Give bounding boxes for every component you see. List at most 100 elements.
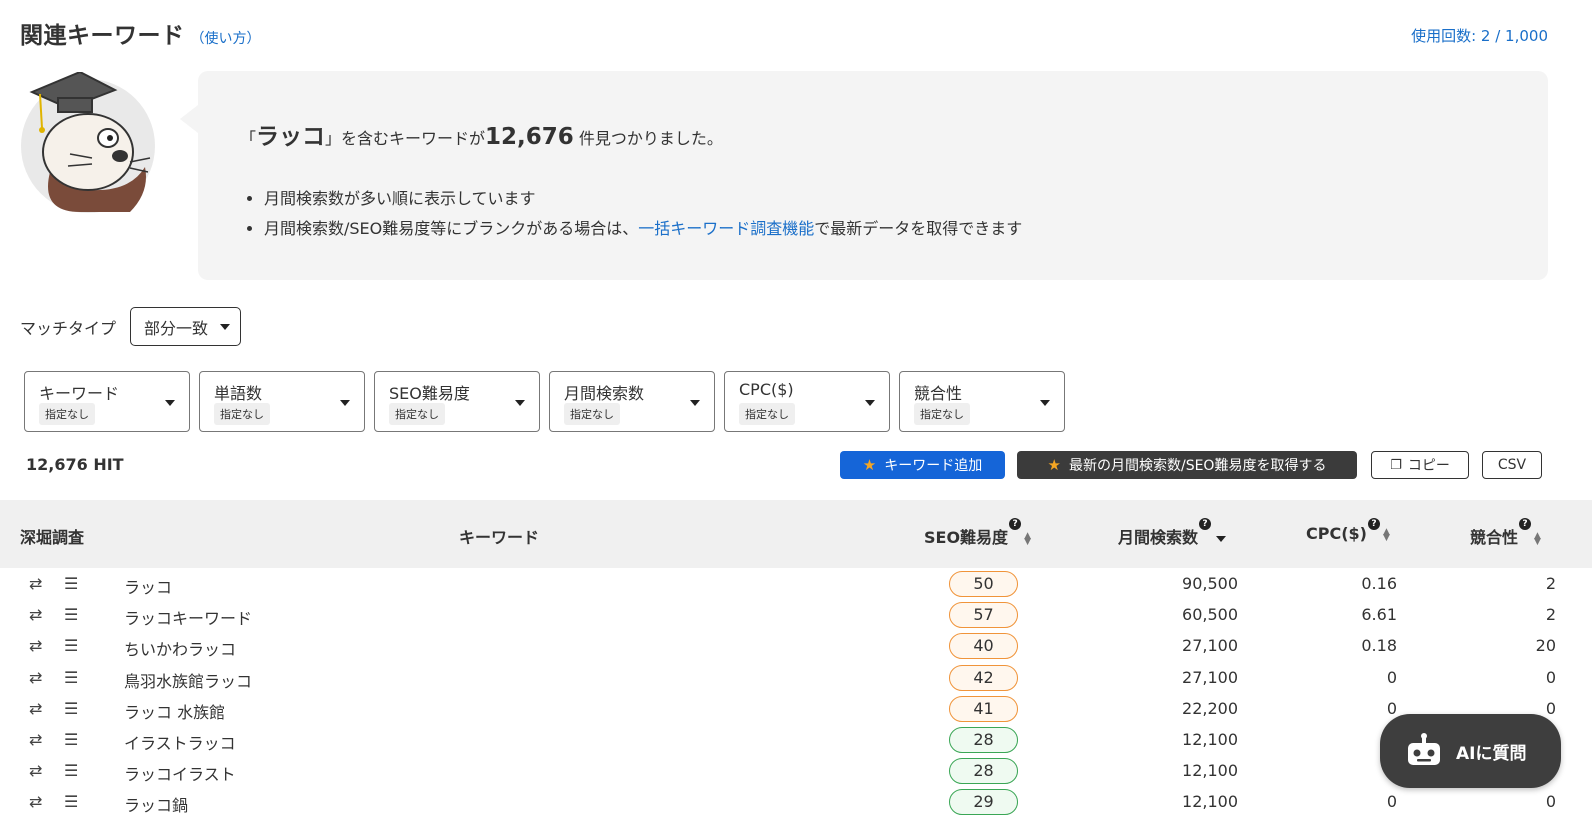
csv-button[interactable]: CSV [1482, 451, 1542, 479]
filter-search-volume[interactable]: 月間検索数 指定なし [549, 371, 715, 432]
star-icon: ★ [1047, 456, 1061, 474]
filter-bar: キーワード 指定なし 単語数 指定なし SEO難易度 指定なし 月間検索数 指定… [24, 371, 1074, 432]
fetch-latest-label: 最新の月間検索数/SEO難易度を取得する [1068, 458, 1327, 474]
menu-icon[interactable]: ☰ [64, 668, 78, 687]
menu-icon[interactable]: ☰ [64, 761, 78, 780]
sort-icon[interactable]: ▲ ▼ [1534, 531, 1541, 546]
cpc-cell: 0.16 [1361, 574, 1397, 593]
competition-cell: 0 [1545, 667, 1556, 687]
cpc-cell: 6.61 [1361, 605, 1397, 625]
summary-bubble: 「ラッコ」を含むキーワードが12,676 件見つかりました。 月間検索数が多い順… [180, 71, 1548, 280]
note-text: で最新データを取得できます [814, 219, 1023, 238]
table-row: ⇄ ☰ ラッコキーワード 57 60,500 6.61 2 [0, 600, 1592, 631]
chevron-down-icon [220, 324, 230, 330]
filter-word-count[interactable]: 単語数 指定なし [199, 371, 365, 432]
sort-desc-icon[interactable] [1216, 535, 1227, 542]
dig-research-icon[interactable]: ⇄ [29, 792, 42, 811]
menu-icon[interactable]: ☰ [64, 730, 78, 749]
cpc-cell: 0 [1386, 667, 1397, 687]
menu-icon[interactable]: ☰ [64, 792, 78, 811]
search-volume-cell: 12,100 [1182, 730, 1238, 749]
chevron-down-icon [690, 400, 700, 406]
dig-research-icon[interactable]: ⇄ [29, 605, 42, 624]
star-icon: ★ [862, 456, 877, 474]
search-volume-cell: 27,100 [1182, 667, 1238, 687]
sort-icon[interactable]: ▲ ▼ [1024, 531, 1031, 546]
search-volume-cell: 27,100 [1182, 636, 1238, 656]
match-type-value: 部分一致 [144, 318, 209, 338]
col-cpc[interactable]: CPC($) ?▲ ▼ [1306, 518, 1390, 543]
note-sort-order: 月間検索数が多い順に表示しています [264, 184, 1022, 214]
competition-cell: 0 [1545, 698, 1556, 718]
seo-difficulty-badge: 40 [949, 633, 1018, 660]
howto-link[interactable]: （使い方） [191, 28, 261, 48]
competition-cell: 2 [1545, 605, 1556, 625]
filter-value: 指定なし [739, 403, 795, 425]
filter-label: 単語数 [214, 384, 263, 403]
fetch-latest-button[interactable]: ★ 最新の月間検索数/SEO難易度を取得する [1017, 451, 1357, 479]
filter-seo-difficulty[interactable]: SEO難易度 指定なし [374, 371, 540, 432]
help-icon[interactable]: ? [1519, 518, 1532, 530]
dig-research-icon[interactable]: ⇄ [29, 636, 42, 655]
keyword-cell: ラッコイラスト [124, 765, 236, 785]
keyword-cell: イラストラッコ [124, 734, 236, 753]
keyword-cell: 鳥羽水族館ラッコ [124, 671, 253, 691]
menu-icon[interactable]: ☰ [64, 574, 78, 593]
seo-difficulty-badge: 29 [949, 789, 1018, 816]
copy-button[interactable]: ❐ コピー [1371, 451, 1469, 479]
table-row: ⇄ ☰ 鳥羽水族館ラッコ 42 27,100 0 0 [0, 663, 1592, 694]
col-competition-label: 競合性 [1470, 528, 1519, 547]
otter-mascot-avatar [21, 72, 155, 213]
col-seo-label: SEO難易度 [924, 528, 1009, 547]
text-after-count: 件見つかりました。 [578, 129, 723, 148]
seo-difficulty-badge: 28 [949, 727, 1018, 753]
menu-icon[interactable]: ☰ [64, 605, 78, 624]
search-volume-cell: 60,500 [1182, 605, 1238, 625]
filter-competition[interactable]: 競合性 指定なし [899, 371, 1065, 432]
cpc-cell: 0 [1386, 698, 1397, 718]
page-title: 関連キーワード [20, 23, 185, 49]
filter-keyword[interactable]: キーワード 指定なし [24, 371, 190, 432]
table-header: 深堀調査 キーワード SEO難易度?▲ ▼ 月間検索数? CPC($) ?▲ ▼ 競合… [0, 500, 1592, 568]
sort-icon[interactable]: ▲ ▼ [1383, 527, 1390, 542]
help-icon[interactable]: ? [1199, 518, 1212, 530]
seo-difficulty-badge: 50 [949, 571, 1018, 597]
menu-icon[interactable]: ☰ [64, 699, 78, 718]
table-row: ⇄ ☰ ラッコ 50 90,500 0.16 2 [0, 569, 1592, 600]
menu-icon[interactable]: ☰ [64, 636, 78, 655]
note-blank-data: 月間検索数/SEO難易度等にブランクがある場合は、一括キーワード調査機能で最新デ… [264, 214, 1022, 244]
notes-list: 月間検索数が多い順に表示しています 月間検索数/SEO難易度等にブランクがある場… [264, 184, 1022, 244]
dig-research-icon[interactable]: ⇄ [29, 730, 42, 749]
open-quote: 「 [240, 129, 257, 148]
filter-cpc[interactable]: CPC($) 指定なし [724, 371, 890, 432]
col-seo[interactable]: SEO難易度?▲ ▼ [924, 518, 1031, 548]
col-volume-label: 月間検索数 [1118, 528, 1199, 547]
col-competition[interactable]: 競合性?▲ ▼ [1470, 518, 1541, 548]
match-type-select[interactable]: 部分一致 [130, 307, 241, 346]
dig-research-icon[interactable]: ⇄ [29, 761, 42, 780]
result-count: 12,676 [485, 124, 574, 150]
chevron-down-icon [515, 400, 525, 406]
help-icon[interactable]: ? [1367, 518, 1380, 530]
dig-research-icon[interactable]: ⇄ [29, 699, 42, 718]
table-row: ⇄ ☰ ラッコ 水族館 41 22,200 0 0 [0, 694, 1592, 725]
bulk-research-link[interactable]: 一括キーワード調査機能 [638, 219, 814, 238]
add-keyword-button[interactable]: ★ キーワード追加 [840, 451, 1005, 479]
ai-question-button[interactable]: AIに質問 [1380, 714, 1561, 788]
help-icon[interactable]: ? [1009, 518, 1022, 530]
copy-icon: ❐ [1390, 457, 1402, 473]
keyword-cell: ラッコ鍋 [124, 796, 189, 816]
result-headline: 「ラッコ」を含むキーワードが12,676 件見つかりました。 [240, 117, 723, 151]
dig-research-icon[interactable]: ⇄ [29, 574, 42, 593]
competition-cell: 2 [1545, 574, 1556, 593]
filter-value: 指定なし [914, 403, 970, 425]
chevron-down-icon [165, 400, 175, 406]
col-volume[interactable]: 月間検索数? [1118, 518, 1227, 548]
competition-cell: 20 [1535, 636, 1556, 656]
table-row: ⇄ ☰ ちいかわラッコ 40 27,100 0.18 20 [0, 631, 1592, 662]
filter-label: 競合性 [914, 384, 963, 403]
close-quote: 」 [325, 129, 342, 148]
text-before-count: を含むキーワードが [341, 129, 486, 148]
chevron-down-icon [865, 400, 875, 406]
dig-research-icon[interactable]: ⇄ [29, 668, 42, 687]
